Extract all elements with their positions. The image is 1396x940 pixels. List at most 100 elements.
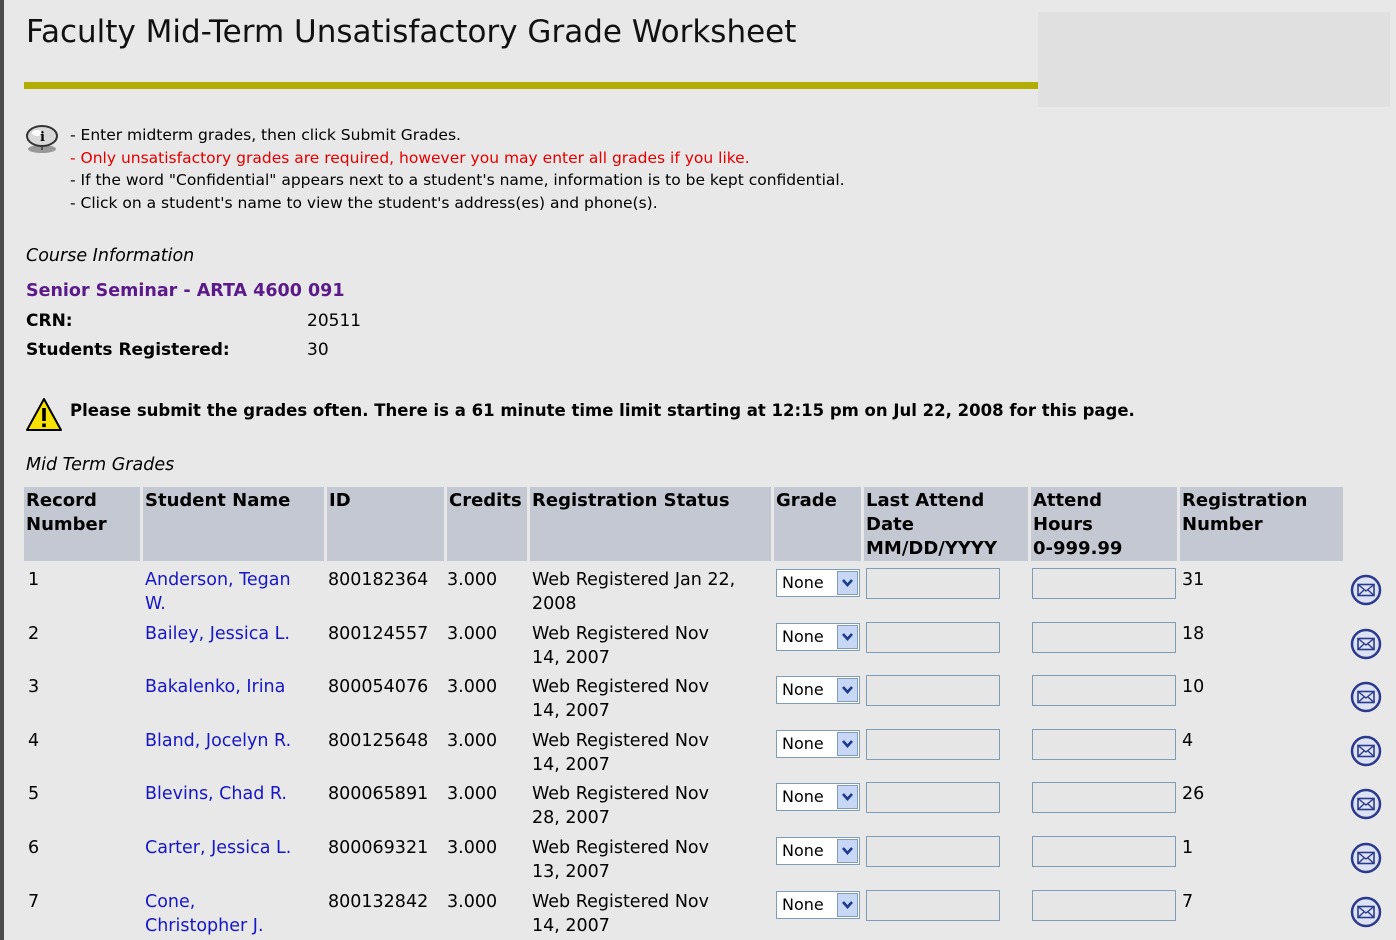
text-line: 14, 2007 bbox=[532, 916, 610, 936]
text-line: Web Registered Nov bbox=[532, 784, 709, 804]
crn-label: CRN: bbox=[26, 311, 73, 331]
registration-status: Web Registered Nov 13, 2007 bbox=[532, 836, 709, 884]
page-title: Faculty Mid-Term Unsatisfactory Grade Wo… bbox=[26, 14, 797, 50]
text-line: Web Registered Jan 22, bbox=[532, 570, 736, 590]
grade-select[interactable]: None bbox=[776, 837, 860, 865]
record-number: 4 bbox=[28, 731, 40, 751]
text-line: Web Registered Nov bbox=[532, 892, 709, 912]
email-icon[interactable] bbox=[1350, 681, 1382, 713]
text-line: Web Registered Nov bbox=[532, 677, 709, 697]
header-text: Attend bbox=[1033, 490, 1103, 511]
student-name-link[interactable]: Blevins, Chad R. bbox=[145, 782, 287, 806]
email-icon[interactable] bbox=[1350, 574, 1382, 606]
grade-select[interactable]: None bbox=[776, 730, 860, 758]
chevron-down-icon[interactable] bbox=[837, 732, 858, 756]
text-line: Cone, bbox=[145, 892, 196, 912]
student-name-link[interactable]: Bailey, Jessica L. bbox=[145, 622, 290, 646]
grade-select[interactable]: None bbox=[776, 676, 860, 704]
instructions: - Enter midterm grades, then click Submi… bbox=[70, 124, 845, 214]
student-id: 800182364 bbox=[328, 570, 429, 590]
registration-number: 26 bbox=[1182, 784, 1205, 804]
last-attend-date-input[interactable] bbox=[866, 836, 1000, 867]
chevron-down-icon[interactable] bbox=[837, 893, 858, 917]
student-name-link[interactable]: Bland, Jocelyn R. bbox=[145, 729, 291, 753]
header-text: Credits bbox=[449, 490, 522, 511]
email-icon[interactable] bbox=[1350, 788, 1382, 820]
attend-hours-input[interactable] bbox=[1032, 836, 1176, 867]
chevron-down-icon[interactable] bbox=[837, 785, 858, 809]
student-name-link[interactable]: Anderson, Tegan W. bbox=[145, 568, 291, 616]
grade-select[interactable]: None bbox=[776, 891, 860, 919]
attend-hours-input[interactable] bbox=[1032, 675, 1176, 706]
text-line: Bailey, Jessica L. bbox=[145, 624, 290, 644]
email-icon[interactable] bbox=[1350, 896, 1382, 928]
students-registered-value: 30 bbox=[307, 340, 329, 360]
chevron-down-icon[interactable] bbox=[837, 625, 858, 649]
credits: 3.000 bbox=[447, 677, 498, 697]
registration-status: Web Registered Jan 22, 2008 bbox=[532, 568, 735, 616]
instruction-line: - Click on a student's name to view the … bbox=[70, 193, 658, 212]
registration-number: 1 bbox=[1182, 838, 1194, 858]
mid-term-grades-heading: Mid Term Grades bbox=[26, 455, 175, 475]
student-name-link[interactable]: Cone, Christopher J. bbox=[145, 890, 264, 938]
grade-select[interactable]: None bbox=[776, 569, 860, 597]
credits: 3.000 bbox=[447, 838, 498, 858]
text-line: 14, 2007 bbox=[532, 648, 610, 668]
instruction-line: - If the word "Confidential" appears nex… bbox=[70, 171, 845, 189]
text-line: 14, 2007 bbox=[532, 701, 610, 721]
header-text: Record bbox=[26, 490, 97, 511]
credits: 3.000 bbox=[447, 892, 498, 912]
chevron-down-icon[interactable] bbox=[837, 839, 858, 863]
header-credits: Credits bbox=[447, 487, 527, 561]
time-limit-warning: Please submit the grades often. There is… bbox=[70, 401, 1135, 420]
grade-select-value: None bbox=[782, 895, 824, 914]
email-icon[interactable] bbox=[1350, 735, 1382, 767]
student-id: 800132842 bbox=[328, 892, 429, 912]
last-attend-date-input[interactable] bbox=[866, 729, 1000, 760]
text-line: Web Registered Nov bbox=[532, 838, 709, 858]
text-line: 13, 2007 bbox=[532, 862, 610, 882]
registration-number: 10 bbox=[1182, 677, 1205, 697]
text-line: W. bbox=[145, 594, 166, 614]
chevron-down-icon[interactable] bbox=[837, 678, 858, 702]
text-line: Web Registered Nov bbox=[532, 731, 709, 751]
email-icon[interactable] bbox=[1350, 628, 1382, 660]
text-line: Anderson, Tegan bbox=[145, 570, 291, 590]
credits: 3.000 bbox=[447, 784, 498, 804]
header-text: Hours bbox=[1033, 514, 1093, 535]
attend-hours-input[interactable] bbox=[1032, 890, 1176, 921]
course-info-heading: Course Information bbox=[26, 246, 195, 266]
email-icon[interactable] bbox=[1350, 842, 1382, 874]
last-attend-date-input[interactable] bbox=[866, 622, 1000, 653]
last-attend-date-input[interactable] bbox=[866, 782, 1000, 813]
header-text: Date bbox=[866, 514, 914, 535]
last-attend-date-input[interactable] bbox=[866, 675, 1000, 706]
grade-select-value: None bbox=[782, 573, 824, 592]
grade-select-value: None bbox=[782, 787, 824, 806]
header-text: MM/DD/YYYY bbox=[866, 538, 997, 559]
attend-hours-input[interactable] bbox=[1032, 782, 1176, 813]
text-line: Christopher J. bbox=[145, 916, 264, 936]
text-line: 2008 bbox=[532, 594, 577, 614]
header-text: Number bbox=[26, 514, 107, 535]
header-text: ID bbox=[329, 490, 351, 511]
record-number: 7 bbox=[28, 892, 40, 912]
attend-hours-input[interactable] bbox=[1032, 568, 1176, 599]
student-name-link[interactable]: Carter, Jessica L. bbox=[145, 836, 291, 860]
text-line: Bland, Jocelyn R. bbox=[145, 731, 292, 751]
registration-number: 4 bbox=[1182, 731, 1194, 751]
registration-status: Web Registered Nov 14, 2007 bbox=[532, 675, 709, 723]
chevron-down-icon[interactable] bbox=[837, 571, 858, 595]
last-attend-date-input[interactable] bbox=[866, 568, 1000, 599]
header-record-number: Record Number bbox=[24, 487, 140, 561]
grade-select[interactable]: None bbox=[776, 783, 860, 811]
attend-hours-input[interactable] bbox=[1032, 622, 1176, 653]
grade-select[interactable]: None bbox=[776, 623, 860, 651]
grade-select-value: None bbox=[782, 734, 824, 753]
credits: 3.000 bbox=[447, 624, 498, 644]
text-line: Carter, Jessica L. bbox=[145, 838, 292, 858]
last-attend-date-input[interactable] bbox=[866, 890, 1000, 921]
students-registered-label: Students Registered: bbox=[26, 340, 230, 360]
student-name-link[interactable]: Bakalenko, Irina bbox=[145, 675, 285, 699]
attend-hours-input[interactable] bbox=[1032, 729, 1176, 760]
